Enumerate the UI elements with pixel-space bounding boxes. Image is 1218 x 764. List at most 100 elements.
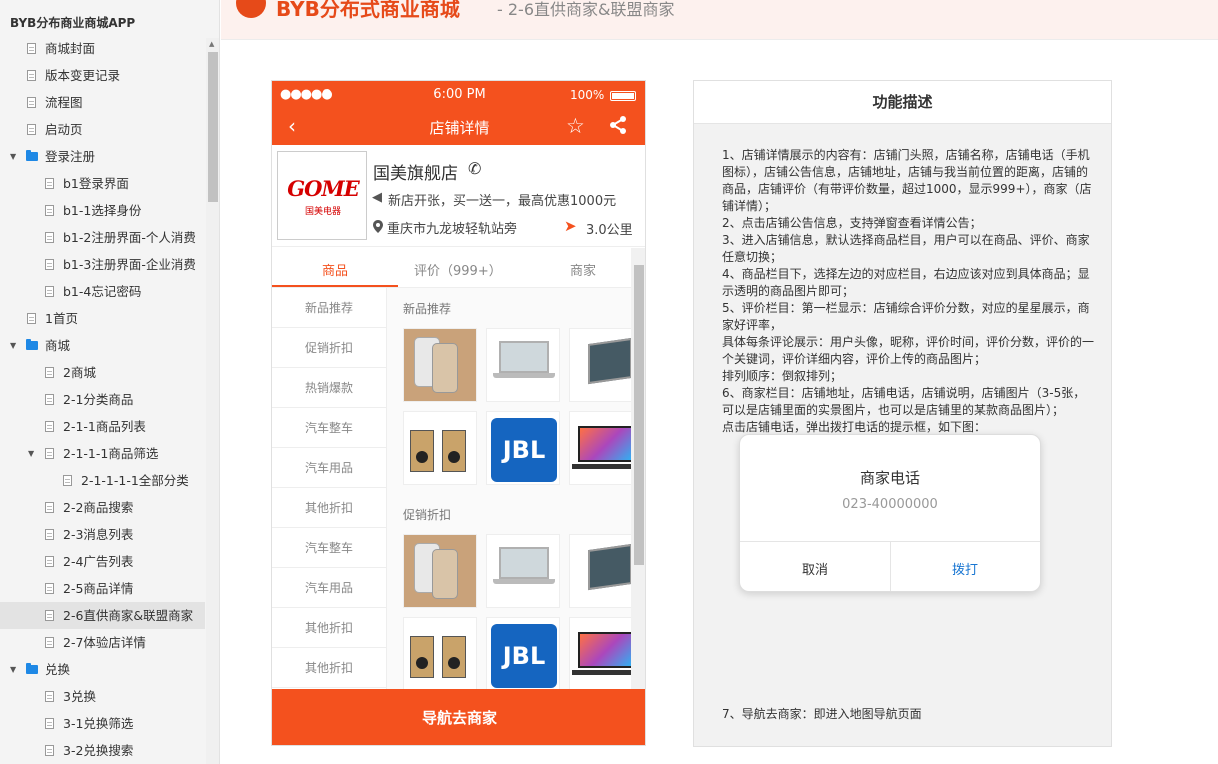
sidebar-item-label: 2-1分类商品 (63, 392, 134, 407)
category-item[interactable]: 其他折扣 (272, 608, 386, 648)
expand-toggle-icon[interactable]: ▼ (10, 656, 16, 683)
page-icon (27, 43, 36, 54)
sidebar-item-label: 3-2兑换搜索 (63, 743, 134, 758)
description-line: 3、进入店铺信息，默认选择商品栏目，用户可以在商品、评价、商家任意切换； (722, 233, 1090, 264)
product-thumbnail-speaker[interactable] (403, 411, 477, 485)
category-item[interactable]: 其他折扣 (272, 488, 386, 528)
page-icon (45, 367, 54, 378)
sidebar-item[interactable]: 2-3消息列表 (0, 521, 205, 548)
product-thumbnail-laptop[interactable] (486, 328, 560, 402)
speaker-icon: ◀ (372, 190, 382, 205)
goods-scrollbar[interactable] (631, 248, 645, 689)
brand-name: BYB分布式商业商城 (276, 0, 460, 21)
sidebar-item[interactable]: 3-2兑换搜索 (0, 737, 205, 764)
tab-reviews[interactable]: 评价（999+） (414, 260, 502, 279)
sidebar-scroll-thumb[interactable] (208, 52, 218, 202)
sidebar-item-label: 2-7体验店详情 (63, 635, 146, 650)
status-bar: ●●●●● ◔ 6:00 PM 100% (272, 81, 645, 109)
sidebar-item[interactable]: 2-5商品详情 (0, 575, 205, 602)
section-title: 新品推荐 (403, 302, 452, 316)
category-item[interactable]: 汽车整车 (272, 408, 386, 448)
shop-tabs: 商品 评价（999+） 商家 (272, 248, 645, 288)
goods-scroll-thumb[interactable] (634, 265, 644, 565)
sidebar-item[interactable]: 2-7体验店详情 (0, 629, 205, 656)
page-icon (27, 313, 36, 324)
sidebar-item-label: b1-3注册界面-企业消费 (63, 257, 196, 272)
sidebar-item[interactable]: 启动页 (0, 116, 205, 143)
page-icon (45, 178, 54, 189)
product-thumbnail-laptop2[interactable] (569, 411, 631, 485)
sidebar-item-label: 流程图 (45, 95, 83, 110)
description-line: 排列顺序：倒叙排列； (722, 369, 843, 383)
share-icon[interactable] (608, 115, 628, 140)
sidebar-item[interactable]: b1-4忘记密码 (0, 278, 205, 305)
sidebar-item[interactable]: 2-1-1-1-1全部分类 (0, 467, 205, 494)
sidebar-item[interactable]: 流程图 (0, 89, 205, 116)
page-icon (45, 637, 54, 648)
expand-toggle-icon[interactable]: ▼ (10, 332, 16, 359)
sidebar-item[interactable]: 2-4广告列表 (0, 548, 205, 575)
shop-name: 国美旗舰店 (373, 164, 458, 184)
sidebar-item[interactable]: 2商城 (0, 359, 205, 386)
product-thumbnail-phone[interactable] (403, 328, 477, 402)
sidebar-item[interactable]: 2-1分类商品 (0, 386, 205, 413)
sidebar-scrollbar[interactable]: ▲ (206, 38, 219, 764)
dialog-call-button[interactable]: 拨打 (890, 559, 1040, 578)
product-thumbnail-jbl[interactable]: JBL (486, 411, 560, 485)
sidebar-item[interactable]: b1-2注册界面-个人消费 (0, 224, 205, 251)
sidebar-item[interactable]: b1登录界面 (0, 170, 205, 197)
sidebar-item[interactable]: 3兑换 (0, 683, 205, 710)
page-title: - 2-6直供商家&联盟商家 (497, 0, 675, 19)
scroll-up-arrow-icon[interactable]: ▲ (209, 40, 214, 48)
sidebar-item[interactable]: 商城封面 (0, 35, 205, 62)
product-thumbnail-jbl[interactable]: JBL (486, 617, 560, 689)
category-item[interactable]: 汽车用品 (272, 568, 386, 608)
sidebar-item[interactable]: ▼ 商城 (0, 332, 205, 359)
dialog-cancel-button[interactable]: 取消 (740, 559, 890, 578)
category-item[interactable]: 其他折扣 (272, 648, 386, 688)
navigate-to-shop-button[interactable]: 导航去商家 (272, 689, 645, 745)
sidebar-item[interactable]: 版本变更记录 (0, 62, 205, 89)
sidebar-item[interactable]: ▼ 登录注册 (0, 143, 205, 170)
sidebar-item-label: 登录注册 (45, 149, 96, 164)
tab-merchant[interactable]: 商家 (570, 260, 596, 279)
favorite-star-icon[interactable]: ☆ (566, 114, 585, 138)
sidebar-item-label: b1-4忘记密码 (63, 284, 142, 299)
description-line: 1、店铺详情展示的内容有：店铺门头照，店铺名称，店铺电话（手机图标），店铺公告信… (722, 148, 1092, 213)
category-item[interactable]: 促销折扣 (272, 328, 386, 368)
sidebar-item-label: 启动页 (45, 122, 83, 137)
expand-toggle-icon[interactable]: ▼ (10, 143, 16, 170)
product-thumbnail-speaker[interactable] (403, 617, 477, 689)
product-thumbnail-phone[interactable] (403, 534, 477, 608)
section-title: 促销折扣 (403, 508, 452, 522)
product-thumbnail-laptop[interactable] (486, 534, 560, 608)
sidebar-item-label: 2-1-1-1-1全部分类 (81, 473, 189, 488)
page-icon (45, 448, 54, 459)
sidebar-item-label: 3-1兑换筛选 (63, 716, 134, 731)
sidebar-item[interactable]: 2-1-1商品列表 (0, 413, 205, 440)
product-thumbnail-tablet[interactable] (569, 328, 631, 402)
product-thumbnail-laptop2[interactable] (569, 617, 631, 689)
page-icon (27, 124, 36, 135)
page-icon (63, 475, 72, 486)
sidebar-item[interactable]: ▼ 2-1-1-1商品筛选 (0, 440, 205, 467)
shop-notice[interactable]: 新店开张，买一送一，最高优惠1000元 (388, 190, 616, 209)
category-item[interactable]: 汽车用品 (272, 448, 386, 488)
sidebar-item[interactable]: b1-1选择身份 (0, 197, 205, 224)
sidebar-item-label: 2商城 (63, 365, 96, 380)
category-item[interactable]: 新品推荐 (272, 288, 386, 328)
product-thumbnail-tablet[interactable] (569, 534, 631, 608)
sidebar-item[interactable]: 1首页 (0, 305, 205, 332)
description-line: 5、评价栏目：第一栏显示：店铺综合评价分数，对应的星星展示，商家好评率， (722, 301, 1090, 332)
category-item[interactable]: 热销爆款 (272, 368, 386, 408)
sidebar-item[interactable]: 2-6直供商家&联盟商家 (0, 602, 205, 629)
sidebar-item[interactable]: ▼ 兑换 (0, 656, 205, 683)
sidebar-item[interactable]: 2-2商品搜索 (0, 494, 205, 521)
dialog-phone-number: 023-40000000 (842, 497, 938, 512)
sidebar-item[interactable]: 3-1兑换筛选 (0, 710, 205, 737)
category-item[interactable]: 汽车整车 (272, 528, 386, 568)
expand-toggle-icon[interactable]: ▼ (28, 440, 34, 467)
sidebar-item[interactable]: b1-3注册界面-企业消费 (0, 251, 205, 278)
tab-goods[interactable]: 商品 (322, 260, 348, 279)
shop-phone-icon[interactable]: ✆ (468, 159, 481, 178)
